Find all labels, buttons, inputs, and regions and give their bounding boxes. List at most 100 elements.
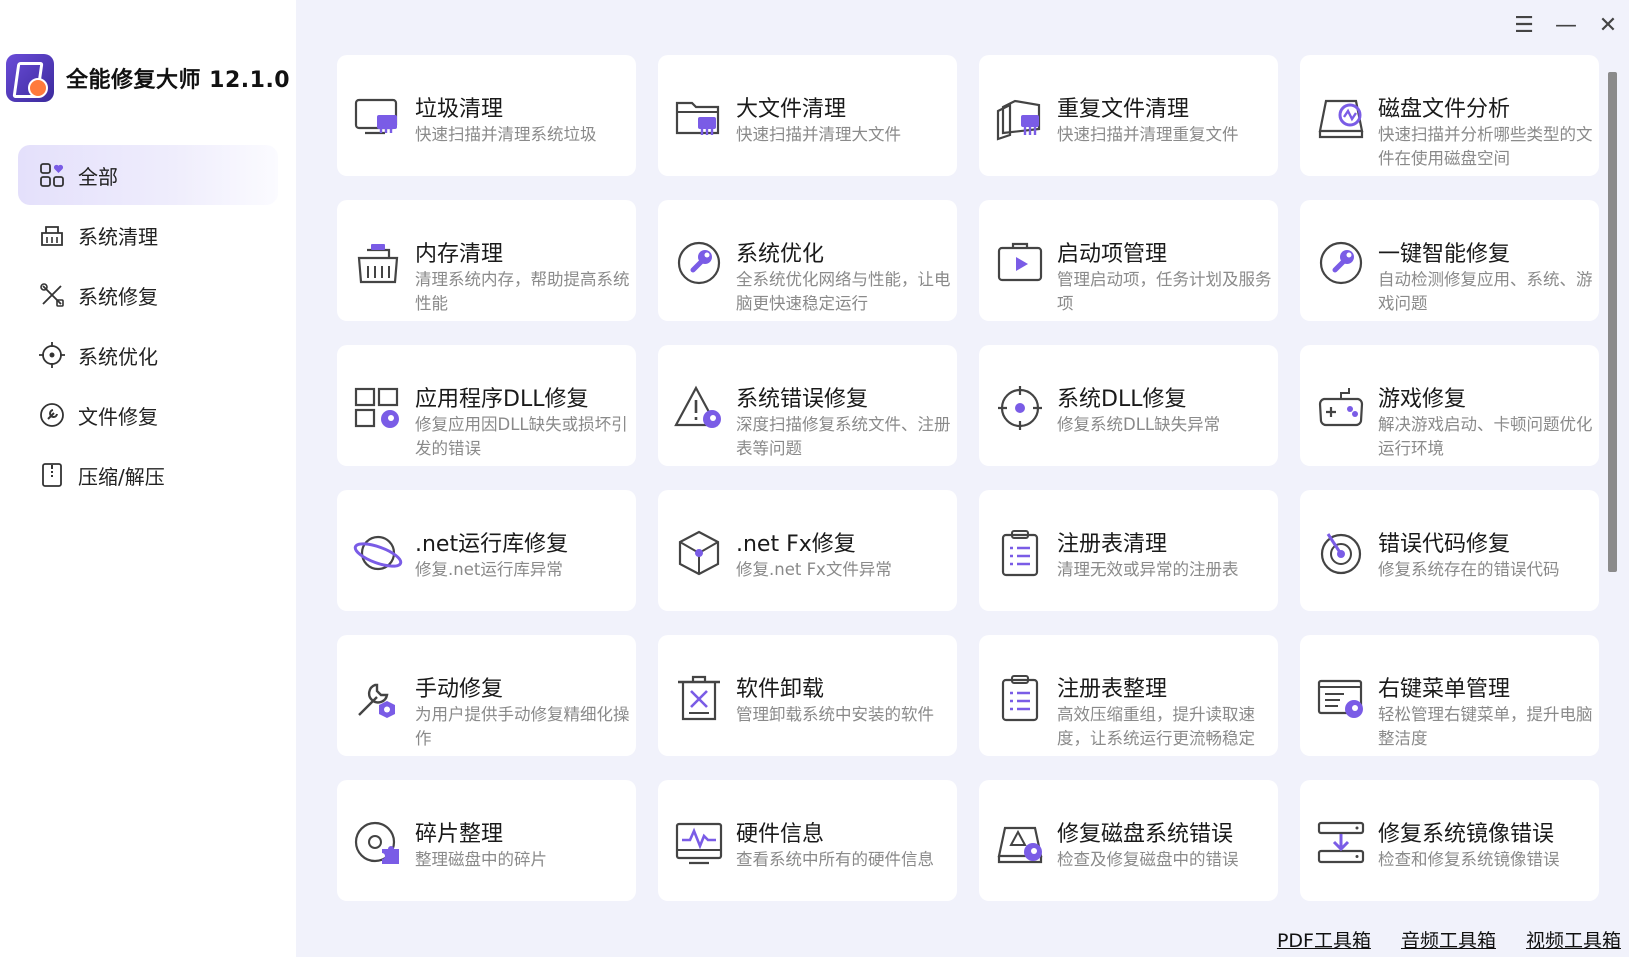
card-desc: 整理磁盘中的碎片 — [415, 850, 547, 869]
radar-icon — [1320, 533, 1362, 575]
app-logo-icon — [6, 54, 54, 102]
tool-card-net-runtime-repair[interactable]: .net运行库修复 修复.net运行库异常 — [337, 490, 636, 611]
card-title: 注册表清理 — [1057, 532, 1168, 557]
tool-card-registry-clean[interactable]: 注册表清理 清理无效或异常的注册表 — [979, 490, 1278, 611]
files-broom-icon — [996, 99, 1041, 141]
sidebar-item-label: 全部 — [78, 164, 118, 189]
card-title: 系统优化 — [736, 242, 825, 267]
planet-icon — [353, 535, 403, 571]
card-desc: 全系统优化网络与性能，让电脑更快速稳定运行 — [736, 270, 951, 313]
tool-card-registry-defrag[interactable]: 注册表整理 高效压缩重组，提升读取速度，让系统运行更流畅稳定 — [979, 635, 1278, 756]
disk-chart-icon — [1318, 99, 1364, 139]
card-title: 垃圾清理 — [415, 97, 504, 122]
card-title: 系统DLL修复 — [1057, 387, 1187, 412]
card-title: 大文件清理 — [736, 97, 847, 122]
tool-card-junk-clean[interactable]: 垃圾清理 快速扫描并清理系统垃圾 — [337, 55, 636, 176]
scrollbar-thumb[interactable] — [1608, 72, 1617, 572]
broom-basket-icon — [41, 226, 63, 246]
sidebar-item-file-repair[interactable]: 文件修复 — [18, 385, 278, 445]
tool-card-system-error-repair[interactable]: 系统错误修复 深度扫描修复系统文件、注册表等问题 — [658, 345, 957, 466]
card-desc: 检查和修复系统镜像错误 — [1378, 850, 1560, 869]
card-title: 磁盘文件分析 — [1378, 97, 1511, 122]
app-title: 全能修复大师 12.1.0 — [66, 68, 291, 93]
memory-broom-icon — [357, 244, 399, 284]
sidebar-item-system-repair[interactable]: 系统修复 — [18, 265, 278, 325]
card-title: 注册表整理 — [1057, 677, 1168, 702]
card-title: 应用程序DLL修复 — [415, 387, 589, 412]
sidebar-item-label: 压缩/解压 — [78, 464, 165, 489]
card-title: 一键智能修复 — [1378, 242, 1511, 267]
card-desc: 清理系统内存，帮助提高系统性能 — [415, 270, 630, 313]
wrench-circle-icon — [40, 403, 64, 427]
card-title: 游戏修复 — [1378, 387, 1467, 412]
tool-grid: 垃圾清理 快速扫描并清理系统垃圾 大文件清理 快速扫描并清理大文件 重复文件清理… — [337, 55, 1599, 901]
card-desc: 检查及修复磁盘中的错误 — [1057, 850, 1239, 869]
wrench-gear-icon — [358, 683, 395, 718]
drive-download-icon — [1317, 821, 1365, 864]
sidebar-nav: 全部 系统清理 系统修复 系统优化 文件修复 压缩/解压 — [18, 145, 278, 505]
tool-card-memory-clean[interactable]: 内存清理 清理系统内存，帮助提高系统性能 — [337, 200, 636, 321]
sidebar-item-all[interactable]: 全部 — [18, 145, 278, 205]
monitor-broom-icon — [354, 98, 398, 135]
card-title: 右键菜单管理 — [1378, 677, 1511, 702]
wrench-circle-icon — [1319, 241, 1363, 285]
card-desc: 快速扫描并清理系统垃圾 — [415, 125, 597, 144]
audio-toolbox-link[interactable]: 音频工具箱 — [1401, 926, 1496, 953]
card-desc: 解决游戏启动、卡顿问题优化运行环境 — [1378, 415, 1593, 458]
tool-card-game-repair[interactable]: 游戏修复 解决游戏启动、卡顿问题优化运行环境 — [1300, 345, 1599, 466]
tool-card-image-error-repair[interactable]: 修复系统镜像错误 检查和修复系统镜像错误 — [1300, 780, 1599, 901]
tool-card-one-click-repair[interactable]: 一键智能修复 自动检测修复应用、系统、游戏问题 — [1300, 200, 1599, 321]
folder-broom-icon — [675, 101, 720, 135]
tool-card-disk-error-repair[interactable]: 修复磁盘系统错误 检查及修复磁盘中的错误 — [979, 780, 1278, 901]
video-toolbox-link[interactable]: 视频工具箱 — [1526, 926, 1621, 953]
sidebar-item-label: 系统优化 — [78, 344, 158, 369]
card-title: 软件卸载 — [736, 677, 825, 702]
tool-card-hardware-info[interactable]: 硬件信息 查看系统中所有的硬件信息 — [658, 780, 957, 901]
card-title: 内存清理 — [415, 242, 504, 267]
tool-card-defrag[interactable]: 碎片整理 整理磁盘中的碎片 — [337, 780, 636, 901]
menu-icon[interactable]: ☰ — [1503, 12, 1545, 38]
minimize-button[interactable]: — — [1545, 12, 1587, 38]
card-desc: 管理卸载系统中安装的软件 — [736, 705, 934, 724]
sidebar-item-system-optimize[interactable]: 系统优化 — [18, 325, 278, 385]
cube-icon — [678, 530, 720, 576]
tool-card-manual-repair[interactable]: 手动修复 为用户提供手动修复精细化操作 — [337, 635, 636, 756]
tools-icon — [40, 283, 64, 307]
sidebar: 全能修复大师 12.1.0 全部 系统清理 系统修复 系统优化 文件修复 压缩/… — [0, 0, 296, 957]
tool-card-duplicate-clean[interactable]: 重复文件清理 快速扫描并清理重复文件 — [979, 55, 1278, 176]
tool-card-startup-manager[interactable]: 启动项管理 管理启动项，任务计划及服务项 — [979, 200, 1278, 321]
clipboard-list-icon — [1001, 530, 1039, 577]
wrench-circle-icon — [677, 241, 721, 285]
card-desc: 自动检测修复应用、系统、游戏问题 — [1378, 270, 1593, 313]
trash-icon — [678, 675, 720, 721]
tool-card-error-code-repair[interactable]: 错误代码修复 修复系统存在的错误代码 — [1300, 490, 1599, 611]
sidebar-item-system-clean[interactable]: 系统清理 — [18, 205, 278, 265]
sidebar-item-compress[interactable]: 压缩/解压 — [18, 445, 278, 505]
card-title: 碎片整理 — [415, 822, 504, 847]
monitor-pulse-icon — [675, 822, 723, 865]
tool-card-app-dll-repair[interactable]: 应用程序DLL修复 修复应用因DLL缺失或损坏引发的错误 — [337, 345, 636, 466]
gamepad-icon — [1318, 388, 1364, 427]
card-title: .net Fx修复 — [736, 532, 856, 557]
tool-card-net-fx-repair[interactable]: .net Fx修复 修复.net Fx文件异常 — [658, 490, 957, 611]
card-desc: 轻松管理右键菜单，提升电脑整洁度 — [1378, 705, 1593, 748]
zip-file-icon — [42, 463, 62, 487]
tool-card-large-file-clean[interactable]: 大文件清理 快速扫描并清理大文件 — [658, 55, 957, 176]
pdf-toolbox-link[interactable]: PDF工具箱 — [1277, 926, 1371, 953]
clipboard-list-icon — [1001, 675, 1039, 722]
tool-card-system-optimize[interactable]: 系统优化 全系统优化网络与性能，让电脑更快速稳定运行 — [658, 200, 957, 321]
card-title: 系统错误修复 — [736, 387, 869, 412]
menu-window-icon — [1317, 679, 1363, 718]
tool-card-context-menu[interactable]: 右键菜单管理 轻松管理右键菜单，提升电脑整洁度 — [1300, 635, 1599, 756]
card-title: 硬件信息 — [736, 822, 825, 847]
window-controls: ☰ — ✕ — [1503, 12, 1629, 38]
tool-card-system-dll-repair[interactable]: 系统DLL修复 修复系统DLL缺失异常 — [979, 345, 1278, 466]
card-title: 修复磁盘系统错误 — [1057, 822, 1234, 847]
disk-warning-icon — [997, 826, 1043, 864]
card-title: .net运行库修复 — [415, 532, 569, 557]
tool-card-uninstall[interactable]: 软件卸载 管理卸载系统中安装的软件 — [658, 635, 957, 756]
tool-card-disk-analysis[interactable]: 磁盘文件分析 快速扫描并分析哪些类型的文件在使用磁盘空间 — [1300, 55, 1599, 176]
close-button[interactable]: ✕ — [1587, 12, 1629, 38]
card-desc: 修复.net运行库异常 — [415, 560, 563, 579]
startup-play-icon — [997, 242, 1043, 282]
